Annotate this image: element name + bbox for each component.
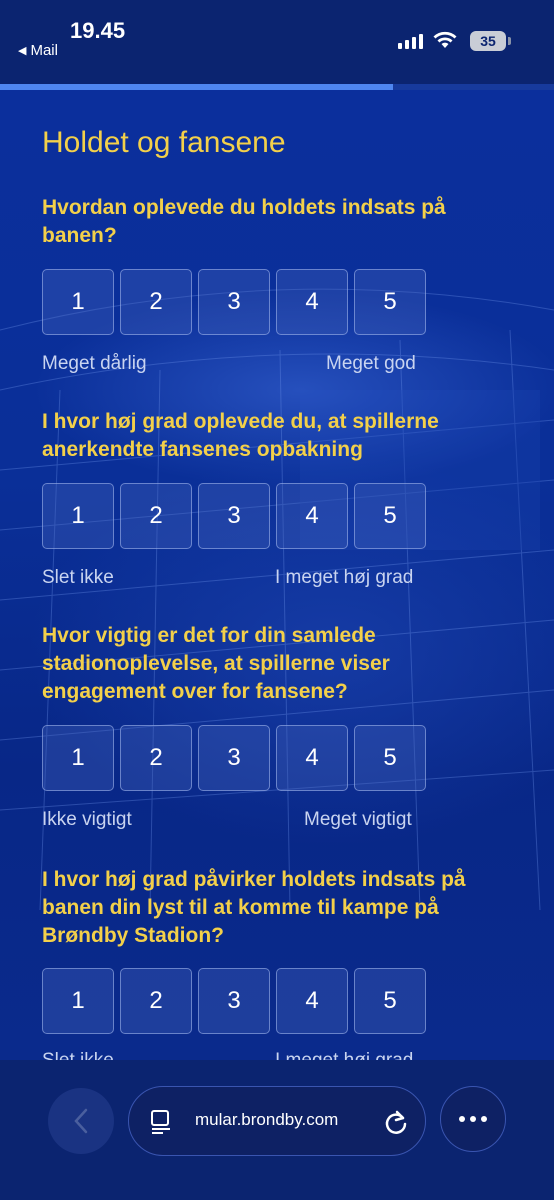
battery-indicator: 35: [470, 31, 506, 51]
q1-option-5[interactable]: 5: [354, 269, 426, 335]
more-dot: [470, 1116, 476, 1122]
page-title: Holdet og fansene: [42, 126, 286, 159]
reload-icon[interactable]: [383, 1108, 409, 1136]
q1-option-4[interactable]: 4: [276, 269, 348, 335]
page-icon: [151, 1110, 170, 1134]
question-4-scale: 1 2 3 4 5: [42, 968, 426, 1034]
battery-tip: [508, 37, 511, 45]
status-bar: 19.45 ◀ Mail 35: [0, 0, 554, 84]
question-3-scale: 1 2 3 4 5: [42, 725, 426, 791]
cellular-signal-icon: [398, 34, 423, 49]
q4-option-5[interactable]: 5: [354, 968, 426, 1034]
back-to-app-link[interactable]: ◀ Mail: [18, 42, 58, 59]
q2-low-label: Slet ikke: [42, 567, 114, 588]
q1-low-label: Meget dårlig: [42, 353, 147, 374]
q3-low-label: Ikke vigtigt: [42, 809, 132, 830]
q2-option-4[interactable]: 4: [276, 483, 348, 549]
question-2-text: I hvor høj grad oplevede du, at spillern…: [42, 410, 439, 461]
question-3-text: Hvor vigtig er det for din samlede stadi…: [42, 624, 390, 703]
q4-option-1[interactable]: 1: [42, 968, 114, 1034]
q1-high-label: Meget god: [326, 353, 416, 374]
url-text: mular.brondby.com: [195, 1110, 339, 1129]
q2-option-2[interactable]: 2: [120, 483, 192, 549]
q1-option-2[interactable]: 2: [120, 269, 192, 335]
browser-back-button[interactable]: [48, 1088, 114, 1154]
q1-option-3[interactable]: 3: [198, 269, 270, 335]
q3-option-4[interactable]: 4: [276, 725, 348, 791]
question-4-text: I hvor høj grad påvirker holdets indsats…: [42, 868, 466, 947]
q3-high-label: Meget vigtigt: [304, 809, 412, 830]
question-2-scale: 1 2 3 4 5: [42, 483, 426, 549]
question-1-scale: 1 2 3 4 5: [42, 269, 426, 335]
survey-content[interactable]: Holdet og fansene Hvordan oplevede du ho…: [0, 90, 554, 1060]
q4-low-label: Slet ikke: [42, 1050, 114, 1060]
more-dots-icon: [459, 1116, 465, 1122]
chevron-left-icon: [74, 1108, 88, 1134]
q3-option-3[interactable]: 3: [198, 725, 270, 791]
q3-option-5[interactable]: 5: [354, 725, 426, 791]
q2-option-5[interactable]: 5: [354, 483, 426, 549]
q3-option-2[interactable]: 2: [120, 725, 192, 791]
q2-high-label: I meget høj grad: [275, 567, 414, 588]
q4-option-4[interactable]: 4: [276, 968, 348, 1034]
q4-option-2[interactable]: 2: [120, 968, 192, 1034]
q4-high-label: I meget høj grad: [275, 1050, 413, 1060]
q4-option-3[interactable]: 3: [198, 968, 270, 1034]
back-app-label: Mail: [30, 42, 58, 59]
back-triangle-icon: ◀: [18, 45, 27, 57]
q2-option-1[interactable]: 1: [42, 483, 114, 549]
more-dot: [481, 1116, 487, 1122]
more-options-button[interactable]: [440, 1086, 506, 1152]
browser-toolbar: mular.brondby.com: [0, 1060, 554, 1200]
q3-option-1[interactable]: 1: [42, 725, 114, 791]
q2-option-3[interactable]: 3: [198, 483, 270, 549]
address-bar[interactable]: mular.brondby.com: [128, 1086, 426, 1156]
wifi-icon: [433, 31, 457, 48]
status-time: 19.45: [70, 18, 126, 43]
q1-option-1[interactable]: 1: [42, 269, 114, 335]
question-1-text: Hvordan oplevede du holdets indsats på b…: [42, 196, 446, 247]
